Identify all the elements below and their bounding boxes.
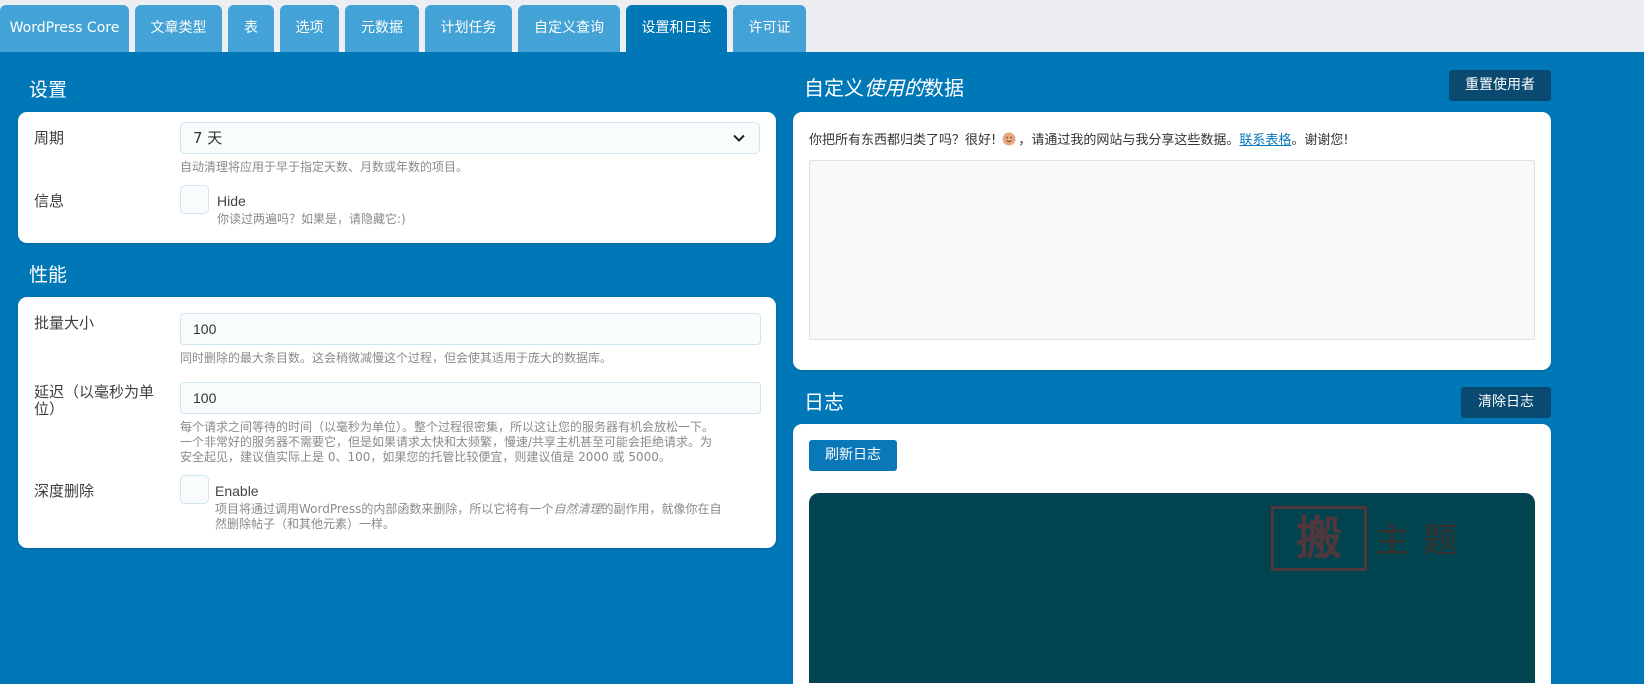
delay-help-line1: 每个请求之间等待的时间（以毫秒为单位）。整个过程很密集，所以这让您的服务器有机会… [180, 420, 715, 434]
watermark-seal: 搬 [1271, 506, 1367, 571]
usage-message-mid: ，请通过我的网站与我分享这些数据。 [1018, 133, 1240, 148]
tab-wordpress-core[interactable]: WordPress Core [0, 5, 129, 52]
tab-metadata[interactable]: 元数据 [345, 5, 419, 52]
batch-size-help: 同时删除的最大条目数。这会稍微减慢这个过程，但会使其适用于庞大的数据库。 [180, 351, 613, 365]
log-card: 刷新日志 搬 主题 [793, 424, 1551, 684]
deep-delete-enable-label: Enable [215, 483, 259, 499]
usage-message-pre: 你把所有东西都归类了吗？很好! [809, 133, 997, 148]
tab-settings-and-logs[interactable]: 设置和日志 [626, 5, 727, 52]
contact-form-link[interactable]: 联系表格 [1239, 133, 1291, 148]
smiley-face-icon [1002, 132, 1016, 146]
usage-title-pre: 自定义 [804, 76, 864, 100]
performance-section-title: 性能 [29, 264, 68, 286]
deep-delete-help-pre: 项目将通过调用WordPress的内部函数来删除，所以它将有一个 [215, 502, 554, 516]
delay-help-line2: 一个非常好的服务器不需要它，但是如果请求太快和太频繁，慢速/共享主机甚至可能会拒… [180, 435, 713, 449]
refresh-log-button[interactable]: 刷新日志 [809, 440, 897, 471]
watermark-text: 主题 [1375, 521, 1471, 561]
batch-size-input[interactable] [180, 313, 761, 345]
deep-delete-help-line1: 项目将通过调用WordPress的内部函数来删除，所以它将有一个自然清理的副作用… [215, 501, 721, 517]
settings-card: 周期 7 天 自动清理将应用于早于指定天数、月数或年数的项目。 信息 Hide … [18, 112, 776, 243]
performance-card: 批量大小 同时删除的最大条目数。这会稍微减慢这个过程，但会使其适用于庞大的数据库… [18, 297, 776, 548]
clear-log-button[interactable]: 清除日志 [1461, 387, 1551, 418]
tab-custom-queries[interactable]: 自定义查询 [518, 5, 620, 52]
delay-input[interactable] [180, 382, 761, 414]
tab-bar: WordPress Core 文章类型 表 选项 元数据 计划任务 自定义查询 … [0, 0, 1644, 52]
usage-title-post: 数据 [924, 76, 964, 100]
tab-license[interactable]: 许可证 [733, 5, 806, 52]
delay-label-line2: 位） [34, 400, 65, 418]
deep-delete-help-post: 的副作用，就像你在自 [601, 502, 722, 516]
usage-section-title: 自定义使用的数据 [804, 76, 964, 100]
period-select[interactable]: 7 天 [180, 122, 760, 154]
tab-options[interactable]: 选项 [280, 5, 339, 52]
usage-card: 你把所有东西都归类了吗？很好! ，请通过我的网站与我分享这些数据。联系表格。谢谢… [793, 112, 1551, 370]
hide-info-label: Hide [217, 193, 246, 209]
period-help: 自动清理将应用于早于指定天数、月数或年数的项目。 [180, 160, 469, 174]
deep-delete-help-em: 自然清理 [553, 502, 602, 516]
usage-message-post: 。谢谢您! [1291, 133, 1349, 148]
hide-info-checkbox[interactable] [180, 185, 209, 214]
usage-title-em: 使用的 [864, 76, 924, 100]
batch-size-label: 批量大小 [34, 314, 95, 332]
deep-delete-help-line2: 然删除帖子（和其他元素）一样。 [215, 517, 396, 531]
reset-usage-button[interactable]: 重置使用者 [1449, 70, 1551, 101]
usage-data-textarea[interactable] [809, 160, 1535, 340]
tab-post-types[interactable]: 文章类型 [135, 5, 222, 52]
tab-cron-jobs[interactable]: 计划任务 [425, 5, 512, 52]
period-label: 周期 [34, 129, 65, 147]
settings-section-title: 设置 [29, 79, 68, 101]
delay-label-line1: 延迟（以毫秒为单 [34, 383, 155, 401]
log-output: 搬 主题 [809, 493, 1535, 683]
tab-tables[interactable]: 表 [228, 5, 274, 52]
delay-help-line3: 安全起见，建议值实际上是 0、100，如果您的托管比较便宜，则建议值是 2000… [180, 450, 671, 464]
info-help: 你读过两遍吗？如果是，请隐藏它:) [217, 212, 406, 226]
deep-delete-checkbox[interactable] [180, 475, 209, 504]
watermark-seal-char: 搬 [1296, 511, 1342, 565]
usage-message: 你把所有东西都归类了吗？很好! ，请通过我的网站与我分享这些数据。联系表格。谢谢… [809, 129, 1349, 148]
chevron-down-icon [733, 134, 745, 142]
info-label: 信息 [34, 192, 65, 210]
deep-delete-label: 深度删除 [34, 482, 95, 500]
period-select-value: 7 天 [193, 129, 223, 147]
log-section-title: 日志 [804, 390, 844, 414]
